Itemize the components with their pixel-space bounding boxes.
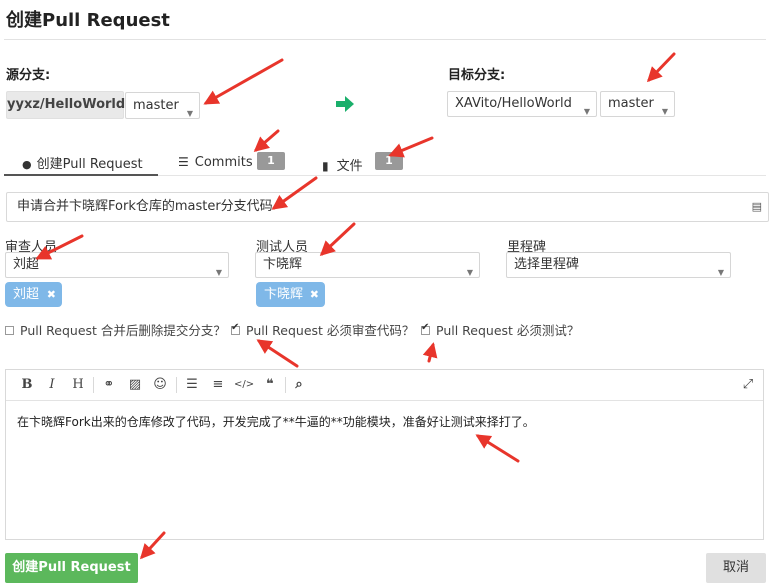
annotation-arrow <box>203 58 284 105</box>
chevron-down-icon: ▼ <box>466 268 473 277</box>
editor-toolbar: B I H ⚭ ▨ ☺ ☰ ≡ </> ❝ ⌕ ⤢ <box>6 370 763 401</box>
quote-icon[interactable]: ❝ <box>261 376 279 394</box>
target-branch-value: master <box>608 96 654 111</box>
active-tab-indicator <box>4 174 158 176</box>
ordered-list-icon[interactable]: ≡ <box>209 376 227 394</box>
reviewers-value: 刘超 <box>13 257 40 272</box>
testers-value: 卞晓辉 <box>263 257 303 272</box>
target-repo-value: XAVito/HelloWorld <box>455 96 572 111</box>
annotation-arrow <box>253 129 280 152</box>
editor-content[interactable]: 在卞晓辉Fork出来的仓库修改了代码，开发完成了**牛逼的**功能模块，准备好让… <box>17 413 535 430</box>
unordered-list-icon[interactable]: ☰ <box>183 376 201 394</box>
option-label: Pull Request 合并后删除提交分支？ <box>20 323 226 338</box>
chevron-down-icon: ▼ <box>583 107 590 116</box>
emoji-icon[interactable]: ☺ <box>151 376 169 394</box>
comment-icon: ● <box>22 158 32 171</box>
tab-commits[interactable]: ☰ Commits <box>178 155 253 170</box>
cancel-button[interactable]: 取消 <box>706 553 766 583</box>
title-input-value: 申请合并卞晓辉Fork仓库的master分支代码 <box>17 199 273 214</box>
target-branch-label: 目标分支: <box>448 68 506 83</box>
image-icon[interactable]: ▨ <box>126 376 144 394</box>
annotation-arrow <box>646 52 676 83</box>
page-title: 创建Pull Request <box>6 10 170 31</box>
milestone-placeholder: 选择里程碑 <box>514 257 580 272</box>
create-pull-request-button[interactable]: 创建Pull Request <box>5 553 138 583</box>
option-label: Pull Request 必须审查代码？ <box>246 323 415 338</box>
milestone-select[interactable]: 选择里程碑 ▼ <box>506 252 731 278</box>
toolbar-separator <box>176 377 177 393</box>
pull-request-title-input[interactable]: 申请合并卞晓辉Fork仓库的master分支代码 ▤ <box>6 192 769 222</box>
fullscreen-icon[interactable]: ⤢ <box>739 376 757 394</box>
checkbox[interactable] <box>231 322 240 335</box>
link-icon[interactable]: ⚭ <box>100 376 118 394</box>
chevron-down-icon: ▼ <box>717 268 724 277</box>
heading-icon[interactable]: H <box>69 376 87 394</box>
code-icon[interactable]: </> <box>234 376 254 394</box>
file-icon: ▮ <box>322 159 329 173</box>
tester-chip-label: 卞晓辉 <box>264 287 304 302</box>
tab-label: 文件 <box>336 159 363 174</box>
header-divider <box>4 39 766 40</box>
commits-count-badge: 1 <box>257 152 285 170</box>
chevron-down-icon: ▼ <box>215 268 222 277</box>
chevron-down-icon: ▼ <box>661 107 668 116</box>
id-card-icon[interactable]: ▤ <box>752 193 762 221</box>
source-branch-value: master <box>133 98 179 113</box>
reviewers-select[interactable]: 刘超 ▼ <box>5 252 229 278</box>
chevron-down-icon: ▼ <box>186 109 193 118</box>
tab-create-pull-request[interactable]: ● 创建Pull Request <box>22 153 143 172</box>
annotation-arrow <box>422 342 438 363</box>
tester-chip: 卞晓辉 ✖ <box>256 282 325 307</box>
testers-select[interactable]: 卞晓辉 ▼ <box>255 252 480 278</box>
option-require-test[interactable]: Pull Request 必须测试？ <box>421 320 579 339</box>
target-repo-select[interactable]: XAVito/HelloWorld ▼ <box>447 91 597 117</box>
markdown-editor[interactable]: B I H ⚭ ▨ ☺ ☰ ≡ </> ❝ ⌕ ⤢ 在卞晓辉Fork出来的仓库修… <box>5 369 764 540</box>
files-count-badge: 1 <box>375 152 403 170</box>
source-branch-label: 源分支: <box>6 68 51 83</box>
remove-tester-icon[interactable]: ✖ <box>310 282 319 307</box>
source-branch-select[interactable]: master ▼ <box>125 92 200 119</box>
annotation-arrow <box>256 339 299 368</box>
option-delete-branch[interactable]: Pull Request 合并后删除提交分支？ <box>5 320 226 339</box>
reviewer-chip-label: 刘超 <box>13 287 40 302</box>
toolbar-separator <box>285 377 286 393</box>
bold-icon[interactable]: B <box>18 376 36 394</box>
arrow-right-icon <box>336 96 354 112</box>
reviewer-chip: 刘超 ✖ <box>5 282 62 307</box>
tab-label: 创建Pull Request <box>36 157 143 172</box>
toolbar-separator <box>93 377 94 393</box>
list-icon: ☰ <box>178 155 189 169</box>
checkbox[interactable] <box>421 322 430 335</box>
annotation-arrow <box>319 222 356 257</box>
italic-icon[interactable]: I <box>43 376 61 394</box>
option-label: Pull Request 必须测试？ <box>436 323 580 338</box>
option-require-review[interactable]: Pull Request 必须审查代码？ <box>231 320 414 339</box>
checkbox[interactable] <box>5 326 14 335</box>
tab-files[interactable]: ▮ 文件 <box>322 155 363 174</box>
tab-label: Commits <box>194 155 253 170</box>
source-repo-tag: yyxz/HelloWorld <box>6 91 125 119</box>
target-branch-select[interactable]: master ▼ <box>600 91 675 117</box>
search-icon[interactable]: ⌕ <box>290 376 308 394</box>
remove-reviewer-icon[interactable]: ✖ <box>47 282 56 307</box>
